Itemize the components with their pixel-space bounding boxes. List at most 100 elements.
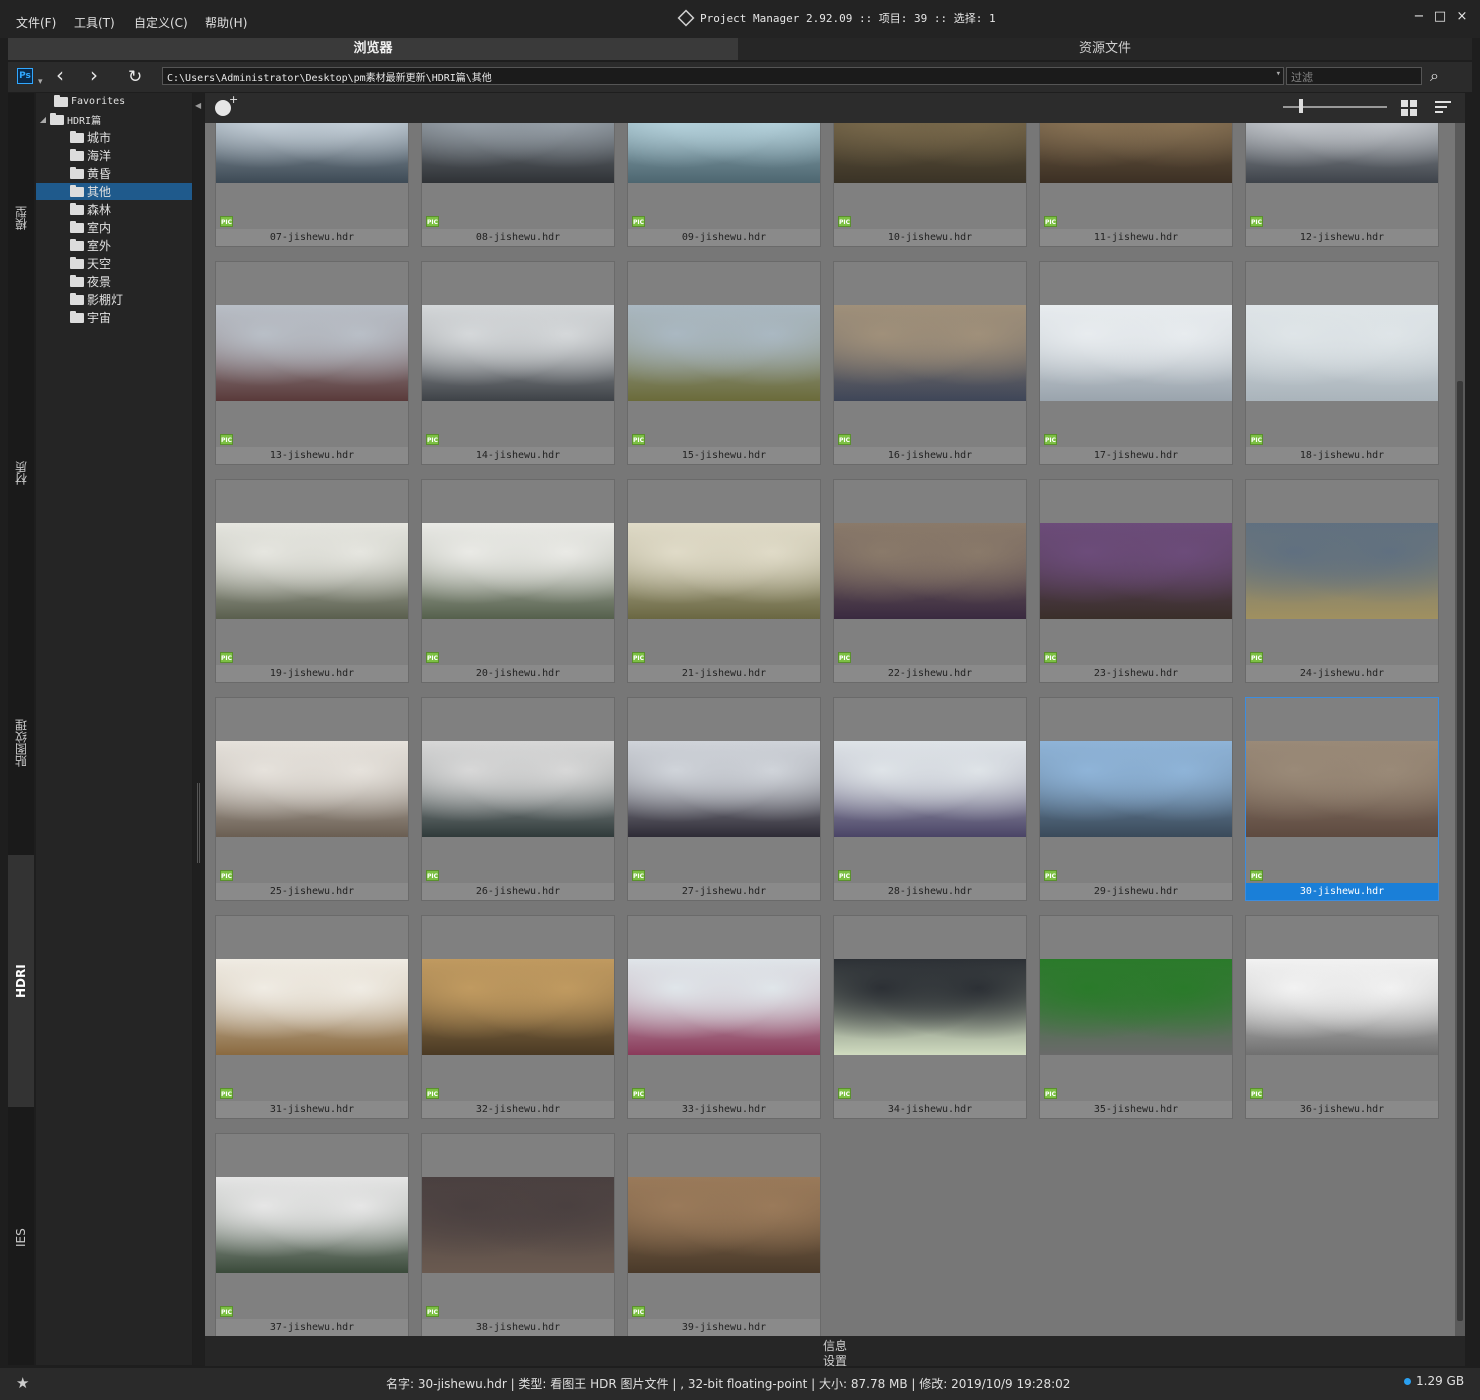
tree-folder-item[interactable]: 天空	[70, 255, 111, 272]
tree-folder-item[interactable]: 城市	[70, 129, 111, 146]
hdri-thumbnail[interactable]	[628, 959, 820, 1055]
asset-card[interactable]: PIC 19-jishewu.hdr	[215, 479, 409, 683]
photoshop-icon[interactable]: Ps	[17, 68, 33, 84]
asset-card[interactable]: PIC 23-jishewu.hdr	[1039, 479, 1233, 683]
hdri-thumbnail[interactable]	[216, 523, 408, 619]
tab-browser[interactable]: 浏览器	[8, 38, 738, 60]
hdri-thumbnail[interactable]	[422, 1177, 614, 1273]
side-tab-hdri[interactable]: HDRI	[8, 855, 34, 1107]
vertical-scrollbar[interactable]	[1455, 123, 1465, 1336]
tree-folder-item[interactable]: 黄昏	[70, 165, 111, 182]
asset-card[interactable]: PIC 17-jishewu.hdr	[1039, 261, 1233, 465]
hdri-thumbnail[interactable]	[1246, 959, 1438, 1055]
asset-card[interactable]: PIC 21-jishewu.hdr	[627, 479, 821, 683]
asset-card[interactable]: PIC 11-jishewu.hdr	[1039, 123, 1233, 247]
asset-card[interactable]: PIC 37-jishewu.hdr	[215, 1133, 409, 1336]
hdri-thumbnail[interactable]	[628, 1177, 820, 1273]
menu-customize[interactable]: 自定义(C)	[134, 14, 188, 31]
asset-card[interactable]: PIC 30-jishewu.hdr	[1245, 697, 1439, 901]
hdri-thumbnail[interactable]	[1246, 523, 1438, 619]
tree-favorites[interactable]: Favorites	[54, 93, 125, 110]
asset-card[interactable]: PIC 35-jishewu.hdr	[1039, 915, 1233, 1119]
tree-folder-item[interactable]: 室内	[70, 219, 111, 236]
hdri-thumbnail[interactable]	[1246, 741, 1438, 837]
asset-card[interactable]: PIC 08-jishewu.hdr	[421, 123, 615, 247]
hdri-thumbnail[interactable]	[1040, 123, 1232, 183]
path-input[interactable]: C:\Users\Administrator\Desktop\pm素材最新更新\…	[162, 67, 1284, 85]
hdri-thumbnail[interactable]	[216, 305, 408, 401]
scrollbar-thumb[interactable]	[1457, 381, 1463, 1321]
asset-card[interactable]: PIC 09-jishewu.hdr	[627, 123, 821, 247]
hdri-thumbnail[interactable]	[834, 523, 1026, 619]
tree-root[interactable]: ◢ HDRI篇	[36, 111, 101, 128]
splitter-grip[interactable]	[197, 783, 200, 863]
menu-file[interactable]: 文件(F)	[16, 14, 56, 31]
ps-dropdown-icon[interactable]: ▾	[38, 72, 43, 92]
tree-folder-item[interactable]: 宇宙	[70, 309, 111, 326]
asset-card[interactable]: PIC 33-jishewu.hdr	[627, 915, 821, 1119]
asset-card[interactable]: PIC 25-jishewu.hdr	[215, 697, 409, 901]
back-icon[interactable]: ‹	[56, 65, 64, 85]
tree-folder-item[interactable]: 其他	[36, 183, 192, 200]
path-dropdown-icon[interactable]: ▾	[1276, 69, 1281, 79]
menu-tools[interactable]: 工具(T)	[74, 14, 115, 31]
asset-card[interactable]: PIC 15-jishewu.hdr	[627, 261, 821, 465]
tree-folder-item[interactable]: 夜景	[70, 273, 111, 290]
asset-card[interactable]: PIC 18-jishewu.hdr	[1245, 261, 1439, 465]
asset-card[interactable]: PIC 38-jishewu.hdr	[421, 1133, 615, 1336]
maximize-button[interactable]: □	[1433, 10, 1447, 24]
asset-card[interactable]: PIC 07-jishewu.hdr	[215, 123, 409, 247]
minimize-button[interactable]: −	[1412, 10, 1426, 24]
sort-icon[interactable]	[1435, 101, 1451, 116]
hdri-thumbnail[interactable]	[422, 741, 614, 837]
hdri-thumbnail[interactable]	[834, 741, 1026, 837]
hdri-thumbnail[interactable]	[216, 959, 408, 1055]
forward-icon[interactable]: ›	[90, 65, 98, 85]
asset-card[interactable]: PIC 34-jishewu.hdr	[833, 915, 1027, 1119]
hdri-thumbnail[interactable]	[628, 123, 820, 183]
tree-folder-item[interactable]: 海洋	[70, 147, 111, 164]
asset-card[interactable]: PIC 16-jishewu.hdr	[833, 261, 1027, 465]
asset-card[interactable]: PIC 26-jishewu.hdr	[421, 697, 615, 901]
hdri-thumbnail[interactable]	[628, 305, 820, 401]
hdri-thumbnail[interactable]	[1040, 305, 1232, 401]
menu-help[interactable]: 帮助(H)	[205, 14, 247, 31]
asset-card[interactable]: PIC 28-jishewu.hdr	[833, 697, 1027, 901]
hdri-thumbnail[interactable]	[1246, 123, 1438, 183]
hdri-thumbnail[interactable]	[834, 305, 1026, 401]
hdri-thumbnail[interactable]	[216, 1177, 408, 1273]
asset-card[interactable]: PIC 10-jishewu.hdr	[833, 123, 1027, 247]
asset-card[interactable]: PIC 14-jishewu.hdr	[421, 261, 615, 465]
panel-splitter[interactable]: ◀	[193, 93, 204, 1365]
side-tab-ies[interactable]: IES	[8, 1193, 34, 1283]
asset-card[interactable]: PIC 36-jishewu.hdr	[1245, 915, 1439, 1119]
asset-card[interactable]: PIC 29-jishewu.hdr	[1039, 697, 1233, 901]
hdri-thumbnail[interactable]	[422, 959, 614, 1055]
asset-card[interactable]: PIC 13-jishewu.hdr	[215, 261, 409, 465]
side-tab-models[interactable]: 模型	[8, 173, 34, 263]
asset-card[interactable]: PIC 27-jishewu.hdr	[627, 697, 821, 901]
tree-folder-item[interactable]: 室外	[70, 237, 111, 254]
hdri-thumbnail[interactable]	[422, 523, 614, 619]
collapse-arrow-icon[interactable]: ◀	[195, 101, 201, 110]
hdri-thumbnail[interactable]	[422, 123, 614, 183]
asset-card[interactable]: PIC 32-jishewu.hdr	[421, 915, 615, 1119]
asset-card[interactable]: PIC 24-jishewu.hdr	[1245, 479, 1439, 683]
hdri-thumbnail[interactable]	[628, 741, 820, 837]
hdri-thumbnail[interactable]	[834, 959, 1026, 1055]
star-icon[interactable]: ★	[16, 1374, 29, 1392]
hdri-thumbnail[interactable]	[1246, 305, 1438, 401]
filter-input[interactable]: 过滤	[1286, 67, 1422, 85]
asset-card[interactable]: PIC 22-jishewu.hdr	[833, 479, 1027, 683]
slider-handle[interactable]	[1299, 99, 1303, 113]
side-tab-materials[interactable]: 材质	[8, 423, 34, 523]
hdri-thumbnail[interactable]	[628, 523, 820, 619]
hdri-thumbnail[interactable]	[216, 123, 408, 183]
asset-card[interactable]: PIC 12-jishewu.hdr	[1245, 123, 1439, 247]
tree-folder-item[interactable]: 森林	[70, 201, 111, 218]
search-icon[interactable]: ⌕	[1430, 66, 1439, 86]
hdri-thumbnail[interactable]	[834, 123, 1026, 183]
hdri-thumbnail[interactable]	[216, 741, 408, 837]
tree-folder-item[interactable]: 影棚灯	[70, 291, 123, 308]
grid-view-icon[interactable]	[1401, 100, 1417, 116]
